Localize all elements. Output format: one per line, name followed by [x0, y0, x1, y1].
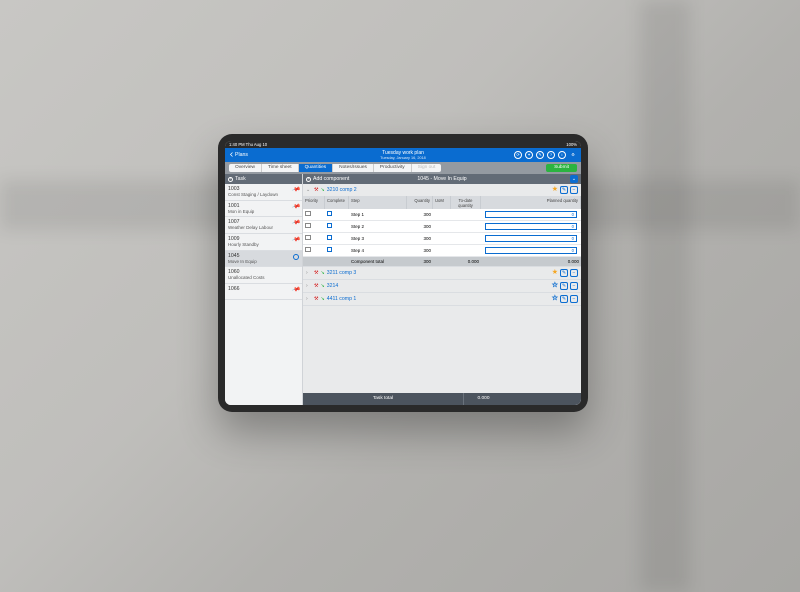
task-item[interactable]: 1007Weather Delay Labour📌 — [225, 217, 302, 234]
edit-icon[interactable]: ✎ — [536, 151, 544, 159]
star-icon[interactable]: ☆ — [552, 295, 558, 303]
task-item[interactable]: 1066📌 — [225, 284, 302, 300]
remove-button[interactable]: − — [570, 269, 578, 277]
planned-qty-input[interactable]: 0 — [485, 223, 577, 230]
tab-quantities[interactable]: Quantities — [299, 164, 334, 173]
help-icon[interactable]: ? — [547, 151, 555, 159]
component-number: 3214 — [327, 283, 339, 289]
tab-bar: Overview Time sheet Quantities Notes/Iss… — [225, 162, 581, 174]
note-button[interactable]: ✎ — [560, 269, 568, 277]
tab-overview[interactable]: Overview — [229, 164, 262, 173]
back-button[interactable]: Plans — [229, 152, 248, 158]
task-item[interactable]: 1001Mon in Equip📌 — [225, 201, 302, 218]
priority-flag[interactable] — [305, 223, 311, 228]
step-row: Step 4 300 0 — [303, 245, 581, 257]
component-number: 3210 comp 2 — [327, 187, 357, 193]
app-screen: 1:40 PM Thu Aug 10100% Plans Tuesday wor… — [225, 141, 581, 405]
chevron-right-icon[interactable]: › — [306, 283, 312, 289]
submit-button[interactable]: Submit — [546, 164, 577, 173]
planned-qty-input[interactable]: 0 — [485, 235, 577, 242]
complete-checkbox[interactable] — [327, 211, 332, 216]
pushpin-icon: ↘ — [320, 187, 324, 193]
pushpin-icon: ↘ — [320, 283, 324, 289]
tab-productivity[interactable]: Productivity — [374, 164, 412, 173]
ios-statusbar: 1:40 PM Thu Aug 10100% — [225, 141, 581, 148]
component-row[interactable]: › ⚒ ↘ 4411 comp 1 ☆ ✎ − — [303, 293, 581, 305]
priority-flag[interactable] — [305, 235, 311, 240]
tab-notes[interactable]: Notes/Issues — [333, 164, 374, 173]
step-row: Step 3 300 0 — [303, 233, 581, 245]
task-detail-title: 1045 - Move In Equip — [303, 176, 581, 182]
note-button[interactable]: ✎ — [560, 186, 568, 194]
task-item[interactable]: 1003Const Staging / Laydown📌 — [225, 184, 302, 201]
star-icon[interactable]: ★ — [552, 269, 558, 277]
chevron-right-icon[interactable]: › — [306, 296, 312, 302]
task-item[interactable]: 1009Hourly Standby📌 — [225, 234, 302, 251]
add-task-button[interactable]: + — [228, 177, 233, 182]
note-button[interactable]: ✎ — [560, 282, 568, 290]
note-button[interactable]: ✎ — [560, 295, 568, 303]
tab-timesheet[interactable]: Time sheet — [262, 164, 299, 173]
sync-icon[interactable]: ⟳ — [514, 151, 522, 159]
component-row[interactable]: ⌄ ⚒ ↘ 3210 comp 2 ★ ✎ − — [303, 184, 581, 196]
tool-icon: ⚒ — [314, 270, 318, 276]
chevron-down-icon[interactable]: ⌄ — [306, 187, 312, 193]
star-icon[interactable]: ☆ — [552, 282, 558, 290]
chevron-right-icon[interactable]: › — [306, 270, 312, 276]
pushpin-icon: ↘ — [320, 270, 324, 276]
component-total-row: Component total3000.0000.000 — [303, 257, 581, 266]
tool-icon: ⚒ — [314, 187, 318, 193]
priority-flag[interactable] — [305, 211, 311, 216]
remove-button[interactable]: − — [570, 186, 578, 194]
step-row: Step 2 300 0 — [303, 221, 581, 233]
complete-checkbox[interactable] — [327, 247, 332, 252]
star-icon[interactable]: ★ — [552, 186, 558, 194]
compass-icon[interactable]: ✦ — [525, 151, 533, 159]
task-total-row: Task total 0.000 — [303, 393, 581, 405]
remove-button[interactable]: − — [570, 282, 578, 290]
tool-icon: ⚒ — [314, 283, 318, 289]
component-row[interactable]: › ⚒ ↘ 3211 comp 3 ★ ✎ − — [303, 267, 581, 279]
step-row: Step 1 300 0 — [303, 209, 581, 221]
complete-checkbox[interactable] — [327, 235, 332, 240]
planned-qty-input[interactable]: 0 — [485, 211, 577, 218]
settings-icon[interactable]: ⚙ — [569, 151, 577, 159]
task-indicator-icon — [293, 254, 299, 260]
task-item[interactable]: 1045Move In Equip — [225, 251, 302, 268]
task-sidebar: + Task 1003Const Staging / Laydown📌1001M… — [225, 174, 303, 405]
complete-checkbox[interactable] — [327, 223, 332, 228]
info-icon[interactable]: i — [558, 151, 566, 159]
component-number: 3211 comp 3 — [327, 270, 357, 276]
tab-signout: Sign out — [412, 164, 442, 173]
task-item[interactable]: 1060Unallocated Costs — [225, 267, 302, 284]
remove-button[interactable]: − — [570, 295, 578, 303]
tool-icon: ⚒ — [314, 296, 318, 302]
pushpin-icon: ↘ — [320, 296, 324, 302]
tablet-frame: 1:40 PM Thu Aug 10100% Plans Tuesday wor… — [218, 134, 588, 412]
component-row[interactable]: › ⚒ ↘ 3214 ☆ ✎ − — [303, 280, 581, 292]
component-number: 4411 comp 1 — [327, 296, 357, 302]
planned-qty-input[interactable]: 0 — [485, 247, 577, 254]
priority-flag[interactable] — [305, 247, 311, 252]
